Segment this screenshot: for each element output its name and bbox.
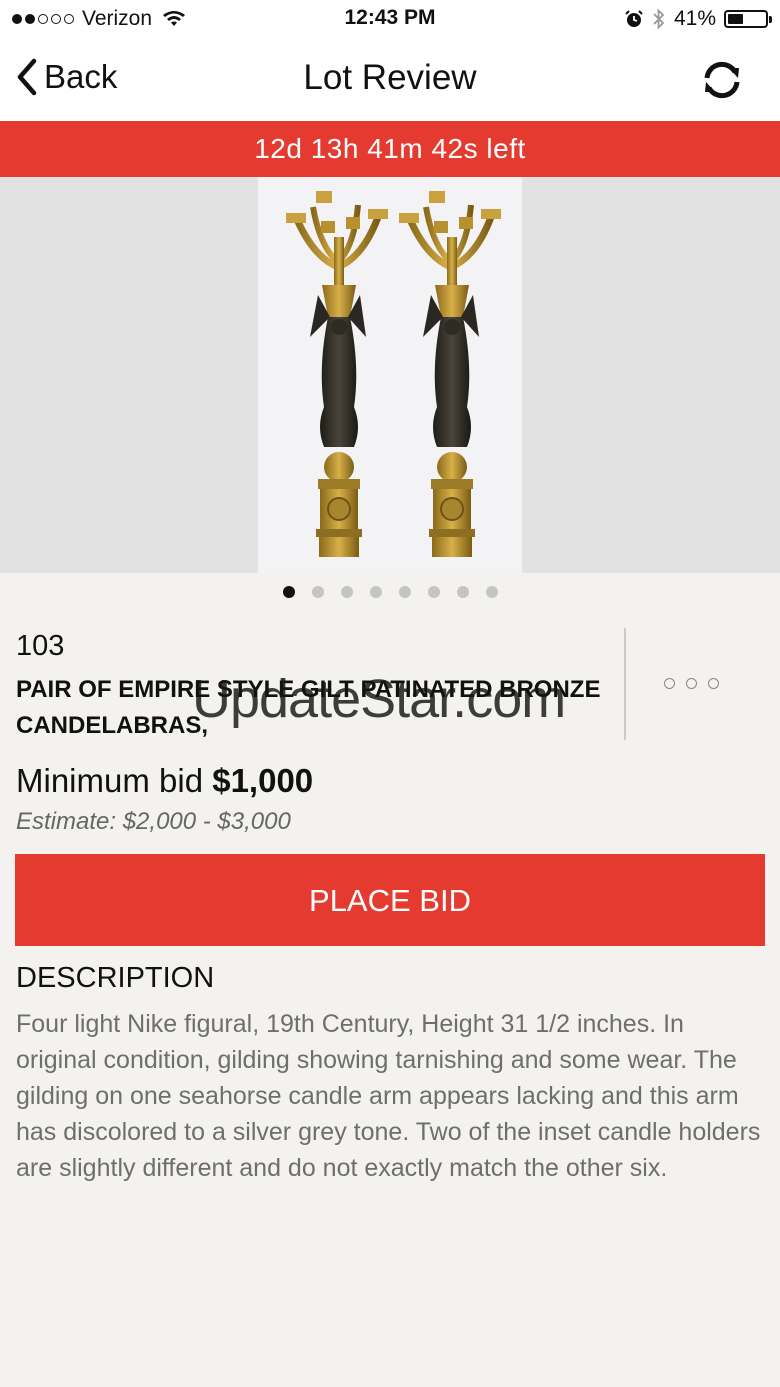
alarm-icon (625, 10, 643, 27)
pager-dot[interactable] (311, 586, 324, 598)
vertical-divider (624, 628, 626, 740)
battery-icon (724, 10, 772, 28)
refresh-icon (704, 61, 740, 99)
place-bid-button[interactable]: PLACE BID (15, 854, 765, 946)
pager-dot[interactable] (485, 586, 498, 598)
minimum-bid-value: $1,000 (212, 762, 314, 799)
status-bar: Verizon 12:43 PM 41% (0, 0, 780, 40)
countdown-timer: 12d 13h 41m 42s left (0, 121, 780, 177)
pager-dot[interactable] (427, 586, 440, 598)
image-gallery[interactable] (0, 177, 780, 573)
pager-dot[interactable] (456, 586, 469, 598)
pager-dot[interactable] (340, 586, 353, 598)
candelabra-pair-image (286, 177, 522, 573)
page-title: Lot Review (303, 58, 477, 97)
pager-dot[interactable] (398, 586, 411, 598)
description-heading: DESCRIPTION (16, 962, 215, 994)
pager-dot[interactable] (369, 586, 382, 598)
watermark: UpdateStar.com (192, 669, 566, 729)
more-icon (664, 678, 675, 689)
estimate: Estimate: $2,000 - $3,000 (16, 808, 291, 835)
image-pager[interactable] (0, 586, 780, 598)
minimum-bid: Minimum bid $1,000 (16, 762, 313, 800)
battery-percent: 41% (673, 7, 716, 30)
lot-number: 103 (16, 630, 65, 662)
lot-image[interactable] (258, 177, 522, 573)
status-right: 41% (624, 7, 772, 31)
bluetooth-icon (653, 8, 665, 30)
refresh-button[interactable] (698, 56, 746, 109)
description-body: Four light Nike figural, 19th Century, H… (16, 1010, 761, 1182)
more-options-button[interactable] (664, 678, 719, 689)
pager-dot[interactable] (282, 586, 295, 598)
nav-bar: Back Lot Review (0, 40, 780, 121)
minimum-bid-label: Minimum bid (16, 762, 213, 799)
